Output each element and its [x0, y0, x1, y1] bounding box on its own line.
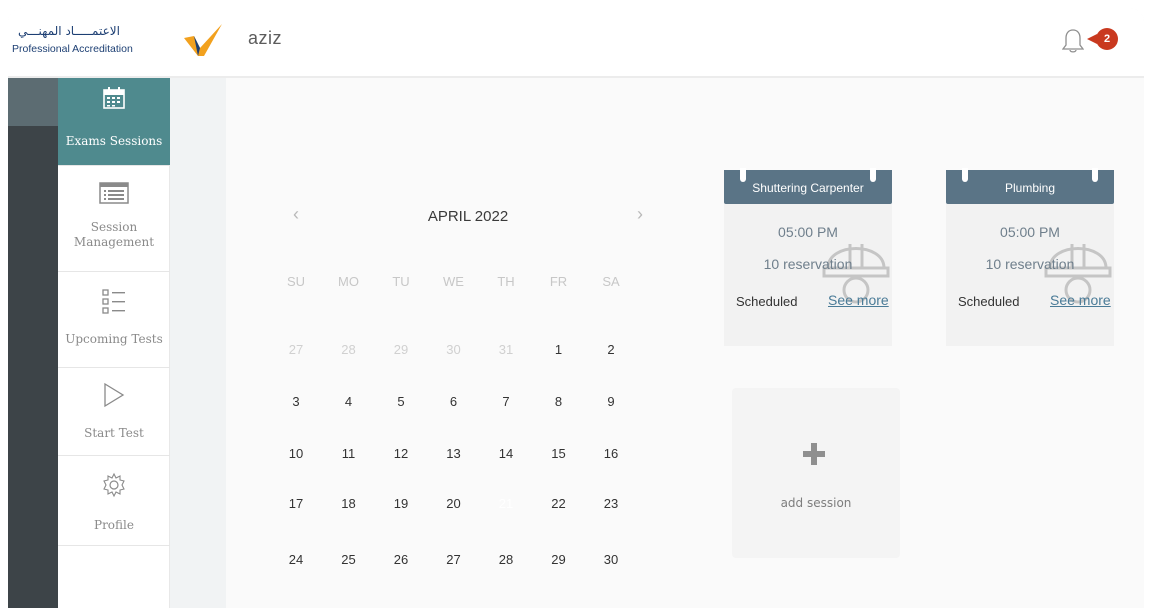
gear-icon: [103, 472, 125, 498]
top-bar: الاعتمـــــاد المهنـــي Professional Acc…: [8, 8, 1144, 78]
checklist-icon: [102, 289, 125, 314]
calendar-day[interactable]: 19: [379, 482, 423, 526]
calendar-day[interactable]: 2: [589, 328, 633, 372]
calendar-day[interactable]: 30: [432, 328, 476, 372]
calendar-day[interactable]: 14: [484, 432, 528, 476]
calendar-icon: [103, 87, 125, 109]
calendar-day[interactable]: 16: [589, 432, 633, 476]
plus-icon: [803, 443, 825, 465]
calendar-day[interactable]: 10: [274, 432, 318, 476]
session-card-title: Plumbing: [946, 168, 1114, 204]
calendar-day[interactable]: 22: [537, 482, 581, 526]
sidebar: Exams Sessions Session Management Upcomi…: [58, 78, 170, 608]
session-status: Scheduled: [958, 294, 1020, 309]
session-status: Scheduled: [736, 294, 798, 309]
calendar-day[interactable]: 18: [327, 482, 371, 526]
weekday-label: SA: [602, 274, 620, 289]
calendar-day[interactable]: 8: [537, 380, 581, 424]
bell-icon[interactable]: [1062, 28, 1084, 54]
calendar-day[interactable]: 27: [274, 328, 318, 372]
calendar-month-label: APRIL 2022: [427, 208, 509, 225]
sidebar-item-upcoming-tests[interactable]: Upcoming Tests: [58, 272, 170, 368]
calendar-day[interactable]: 9: [589, 380, 633, 424]
weekday-label: FR: [549, 274, 568, 289]
calendar-day[interactable]: 17: [274, 482, 318, 526]
sidebar-item-label: Profile: [94, 518, 134, 532]
calendar-day[interactable]: 12: [379, 432, 423, 476]
session-time: 05:00 PM: [778, 224, 838, 240]
logo[interactable]: الاعتمـــــاد المهنـــي Professional Acc…: [10, 22, 222, 64]
app-frame: الاعتمـــــاد المهنـــي Professional Acc…: [8, 8, 1144, 608]
calendar-day[interactable]: 15: [537, 432, 581, 476]
calendar-day[interactable]: 23: [589, 482, 633, 526]
logo-english-text: Professional Accreditation: [12, 43, 133, 55]
session-card[interactable]: Plumbing 05:00 PM 10 reservation Schedul…: [946, 168, 1114, 346]
add-session-label: add session: [780, 496, 852, 510]
chevron-left-icon[interactable]: ‹: [286, 204, 306, 224]
calendar-day[interactable]: 1: [537, 328, 581, 372]
weekday-label: TH: [497, 274, 515, 289]
calendar-day[interactable]: 28: [327, 328, 371, 372]
calendar-day[interactable]: 29: [537, 538, 581, 582]
list-window-icon: [99, 182, 129, 204]
sidebar-item-start-test[interactable]: Start Test: [58, 368, 170, 456]
calendar-day[interactable]: 28: [484, 538, 528, 582]
calendar-day[interactable]: 29: [379, 328, 423, 372]
username: aziz: [248, 28, 283, 48]
sidebar-item-session-management[interactable]: Session Management: [58, 166, 170, 272]
calendar-day[interactable]: 27: [432, 538, 476, 582]
sidebar-item-label: Upcoming Tests: [65, 332, 163, 346]
session-card-title: Shuttering Carpenter: [724, 168, 892, 204]
notification-badge[interactable]: 2: [1096, 28, 1118, 50]
weekday-label: TU: [392, 274, 410, 289]
weekday-label: WE: [443, 274, 464, 289]
calendar-day[interactable]: 11: [327, 432, 371, 476]
calendar-day[interactable]: 30: [589, 538, 633, 582]
checkmark-logo-icon: [184, 24, 222, 56]
logo-arabic-text: الاعتمـــــاد المهنـــي: [18, 24, 120, 38]
see-more-link[interactable]: See more: [828, 292, 889, 308]
left-rail-active-marker: [8, 78, 58, 126]
session-reservations: 10 reservation: [985, 256, 1075, 272]
calendar-day[interactable]: 7: [484, 380, 528, 424]
calendar-day[interactable]: 5: [379, 380, 423, 424]
session-time: 05:00 PM: [1000, 224, 1060, 240]
calendar-day[interactable]: 13: [432, 432, 476, 476]
calendar-day[interactable]: 3: [274, 380, 318, 424]
session-reservations: 10 reservation: [763, 256, 853, 272]
sidebar-item-label: Session Management: [73, 220, 155, 249]
sidebar-item-label: Exams Sessions: [65, 134, 163, 148]
content-gutter: [170, 78, 226, 608]
calendar-day[interactable]: 20: [432, 482, 476, 526]
calendar-day[interactable]: 24: [274, 538, 318, 582]
see-more-link[interactable]: See more: [1050, 292, 1111, 308]
play-icon: [104, 382, 125, 408]
weekday-label: SU: [286, 274, 306, 289]
add-session-button[interactable]: add session: [732, 388, 900, 558]
left-rail: [8, 78, 58, 608]
calendar-day[interactable]: 21: [484, 482, 528, 526]
calendar-day[interactable]: 31: [484, 328, 528, 372]
sidebar-item-profile[interactable]: Profile: [58, 456, 170, 546]
calendar-day[interactable]: 25: [327, 538, 371, 582]
session-card[interactable]: Shuttering Carpenter 05:00 PM 10 reserva…: [724, 168, 892, 346]
sidebar-item-exams-sessions[interactable]: Exams Sessions: [58, 78, 170, 166]
calendar-day[interactable]: 6: [432, 380, 476, 424]
calendar: ‹ APRIL 2022 › SU MO TU WE TH FR SA 27 28 29 30 31 1…: [278, 192, 658, 592]
calendar-day[interactable]: 26: [379, 538, 423, 582]
chevron-right-icon[interactable]: ›: [630, 204, 650, 224]
weekday-label: MO: [338, 274, 359, 289]
calendar-day[interactable]: 4: [327, 380, 371, 424]
sidebar-item-label: Start Test: [84, 426, 144, 440]
